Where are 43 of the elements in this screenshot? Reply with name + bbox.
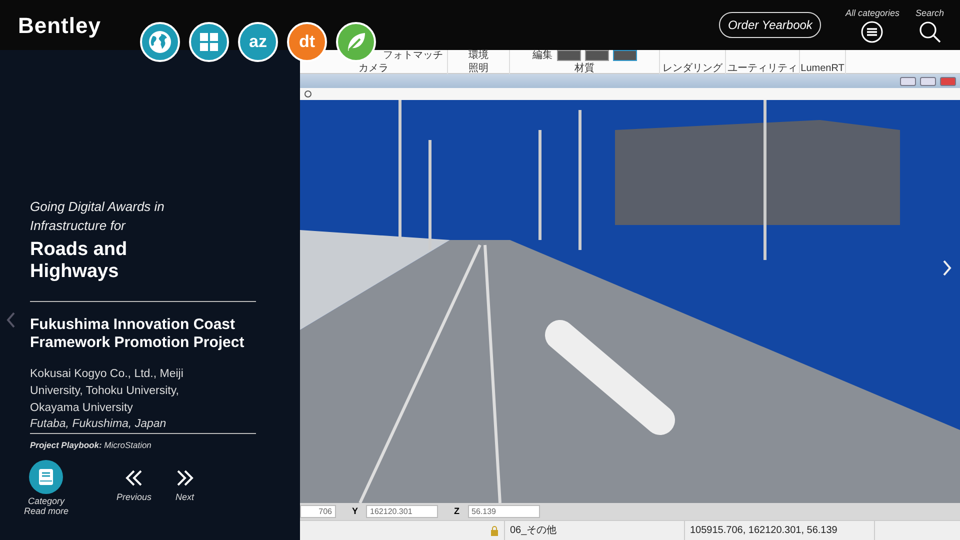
- location-text: Futaba, Fukushima, Japan: [30, 417, 168, 431]
- organizations-text: Kokusai Kogyo Co., Ltd., Meiji University, Tohoku University, Okayama University: [30, 367, 184, 416]
- ribbon-group-label: 材質: [574, 63, 594, 74]
- book-icon: [29, 460, 64, 494]
- ribbon-group-label: ユーティリティ: [728, 63, 798, 74]
- ribbon-group-label: カメラ: [358, 63, 390, 74]
- ribbon-group-label: レンダリング: [662, 63, 722, 74]
- search-icon[interactable]: [918, 20, 941, 43]
- ribbon-button[interactable]: 環境: [468, 50, 488, 61]
- coordinate-field[interactable]: 162120.301: [366, 505, 438, 518]
- previous-button[interactable]: Previous: [116, 469, 152, 504]
- search-label: Search: [915, 7, 944, 20]
- restore-button[interactable]: [920, 76, 936, 86]
- category-button[interactable]: Category Read more: [24, 460, 69, 516]
- close-button[interactable]: [940, 76, 956, 86]
- order-yearbook-button[interactable]: Order Yearbook: [718, 12, 822, 38]
- coordinate-label: Z: [454, 504, 460, 518]
- previous-chevrons-icon: [125, 469, 144, 487]
- logo[interactable]: Bentley: [18, 8, 101, 42]
- cursor-position: 105915.706, 162120.301, 56.139: [685, 520, 875, 540]
- ribbon-group-label: LumenRT: [800, 63, 844, 74]
- material-thumbnail[interactable]: [584, 50, 608, 61]
- minimize-button[interactable]: [900, 76, 916, 86]
- level-name[interactable]: 06_その他: [505, 520, 685, 540]
- project-title: Fukushima Innovation Coast Framework Promotion Project: [30, 316, 246, 352]
- view-tool-icon[interactable]: [304, 90, 313, 98]
- ribbon-button[interactable]: フォトマッチ: [383, 50, 443, 61]
- material-thumbnail[interactable]: [556, 50, 580, 61]
- ribbon-button[interactable]: 編集: [532, 50, 552, 61]
- material-thumbnail[interactable]: [612, 50, 636, 61]
- coordinate-field[interactable]: 706: [300, 505, 336, 518]
- next-button[interactable]: Next: [176, 469, 194, 504]
- next-chevrons-icon: [176, 469, 194, 487]
- ribbon-group-label: 照明: [468, 63, 488, 74]
- category-title: Roads and Highways: [30, 239, 128, 283]
- playbook-text: Project Playbook: MicroStation: [30, 439, 152, 452]
- coordinate-label: Y: [352, 504, 358, 518]
- chevron-left-icon[interactable]: [6, 312, 16, 328]
- coordinate-field[interactable]: 56.139: [468, 505, 540, 518]
- chevron-right-icon[interactable]: [942, 260, 952, 276]
- menu-label: All categories: [845, 7, 900, 20]
- award-subtitle: Going Digital Awards in Infrastructure for: [30, 198, 166, 235]
- menu-icon[interactable]: [861, 20, 884, 43]
